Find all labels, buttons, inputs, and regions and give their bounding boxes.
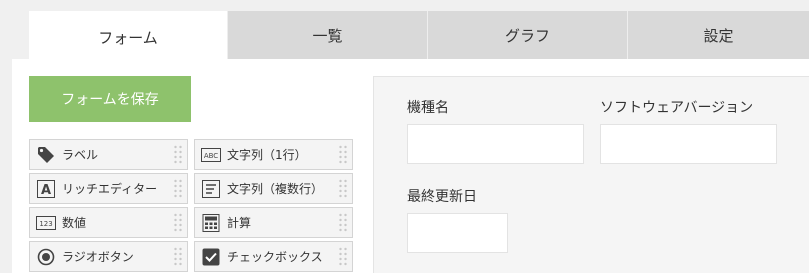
palette-item-multi-line-text-label: 文字列（複数行） bbox=[227, 182, 324, 196]
tab-form[interactable]: フォーム bbox=[29, 11, 227, 63]
field-label-software-version: ソフトウェアバージョン bbox=[600, 100, 754, 116]
drag-handle-icon[interactable] bbox=[173, 178, 183, 200]
save-form-button-label: フォームを保存 bbox=[61, 91, 159, 107]
save-form-button[interactable]: フォームを保存 bbox=[29, 76, 191, 122]
palette-item-calculation-label: 計算 bbox=[227, 216, 252, 230]
palette-item-single-line-text[interactable]: ABC 文字列（1行） bbox=[194, 139, 353, 170]
palette-item-rich-editor-label: リッチエディター bbox=[62, 182, 158, 196]
tab-form-label: フォーム bbox=[98, 28, 158, 47]
palette-item-radio-button[interactable]: ラジオボタン bbox=[29, 241, 188, 272]
last-updated-date-field[interactable] bbox=[407, 213, 508, 253]
multiline-text-icon bbox=[201, 179, 221, 199]
model-name-field[interactable] bbox=[407, 124, 584, 164]
drag-handle-icon[interactable] bbox=[338, 212, 348, 234]
palette-item-multi-line-text[interactable]: 文字列（複数行） bbox=[194, 173, 353, 204]
software-version-field[interactable] bbox=[600, 124, 777, 164]
radio-button-icon bbox=[36, 247, 56, 267]
checkbox-icon bbox=[201, 247, 221, 267]
palette-item-rich-editor[interactable]: A リッチエディター bbox=[29, 173, 188, 204]
palette-item-checkbox[interactable]: チェックボックス bbox=[194, 241, 353, 272]
palette-item-number-label: 数値 bbox=[62, 216, 87, 230]
svg-text:A: A bbox=[41, 183, 51, 198]
tab-list[interactable]: 一覧 bbox=[227, 11, 427, 59]
svg-text:123: 123 bbox=[39, 220, 52, 228]
palette-item-label-text: ラベル bbox=[62, 148, 99, 162]
tab-settings[interactable]: 設定 bbox=[627, 11, 809, 59]
palette-item-checkbox-label: チェックボックス bbox=[227, 250, 323, 264]
drag-handle-icon[interactable] bbox=[338, 178, 348, 200]
palette-item-radio-button-label: ラジオボタン bbox=[62, 250, 134, 264]
drag-handle-icon[interactable] bbox=[173, 246, 183, 268]
field-label-last-updated: 最終更新日 bbox=[407, 189, 477, 205]
palette-item-number[interactable]: 123 数値 bbox=[29, 207, 188, 238]
drag-handle-icon[interactable] bbox=[338, 246, 348, 268]
abc-text-icon: ABC bbox=[201, 145, 221, 165]
drag-handle-icon[interactable] bbox=[173, 144, 183, 166]
tab-list-label: 一覧 bbox=[312, 26, 343, 45]
drag-handle-icon[interactable] bbox=[338, 144, 348, 166]
tab-graph-label: グラフ bbox=[504, 26, 550, 45]
palette-item-single-line-text-label: 文字列（1行） bbox=[227, 148, 307, 162]
tag-icon bbox=[36, 145, 56, 165]
tab-settings-label: 設定 bbox=[703, 26, 734, 45]
rich-editor-icon: A bbox=[36, 179, 56, 199]
tab-graph[interactable]: グラフ bbox=[427, 11, 627, 59]
drag-handle-icon[interactable] bbox=[173, 212, 183, 234]
palette-item-calculation[interactable]: 計算 bbox=[194, 207, 353, 238]
number-123-icon: 123 bbox=[36, 213, 56, 233]
field-label-model-name: 機種名 bbox=[407, 100, 449, 116]
tab-bar: フォーム 一覧 グラフ 設定 bbox=[29, 11, 809, 63]
palette-item-label[interactable]: ラベル bbox=[29, 139, 188, 170]
svg-text:ABC: ABC bbox=[204, 152, 218, 160]
calculator-icon bbox=[201, 213, 221, 233]
